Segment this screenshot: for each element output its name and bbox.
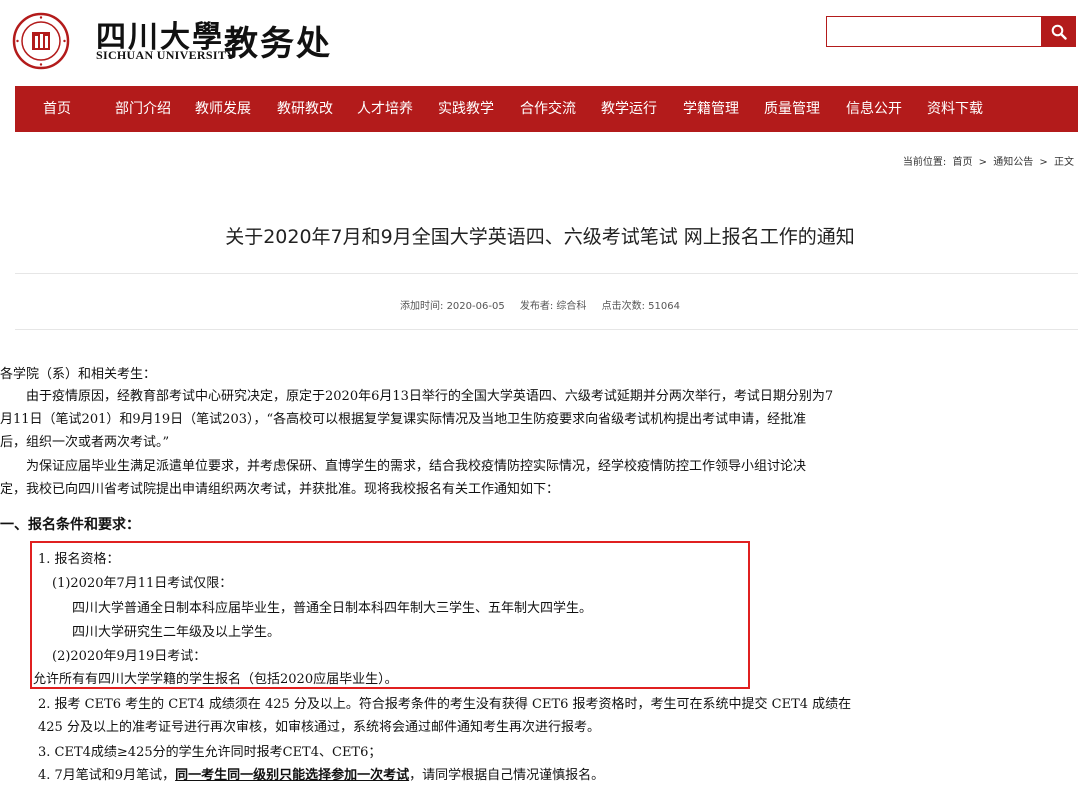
site-header: 四川大學 SICHUAN UNIVERSITY 教务处 bbox=[0, 0, 1080, 82]
body-text: ，请同学根据自己情况谨慎报名。 bbox=[409, 768, 605, 783]
breadcrumb-separator: > bbox=[978, 157, 988, 168]
nav-item-student-status[interactable]: 学籍管理 bbox=[683, 86, 739, 132]
department-name: 教务处 bbox=[224, 24, 332, 64]
breadcrumb-current: 正文 bbox=[1054, 157, 1074, 168]
search-button[interactable] bbox=[1042, 16, 1076, 47]
nav-item-teacher-development[interactable]: 教师发展 bbox=[195, 86, 251, 132]
highlight-box bbox=[30, 541, 750, 689]
body-line: 3. CET4成绩≥425分的学生允许同时报考CET4、CET6； bbox=[38, 745, 382, 760]
nav-item-information-disclosure[interactable]: 信息公开 bbox=[846, 86, 902, 132]
breadcrumb: 当前位置: 首页 > 通知公告 > 正文 bbox=[900, 153, 1074, 168]
meta-author: 发布者: 综合科 bbox=[519, 301, 587, 312]
body-line: 为保证应届毕业生满足派遣单位要求，并考虑保研、直博学生的需求，结合我校疫情防控实… bbox=[0, 459, 807, 474]
nav-item-downloads[interactable]: 资料下载 bbox=[927, 86, 983, 132]
body-line: 月11日（笔试201）和9月19日（笔试203），“各高校可以根据复学复课实际情… bbox=[0, 412, 807, 427]
main-nav: 首页 部门介绍 教师发展 教研教改 人才培养 实践教学 合作交流 教学运行 学籍… bbox=[15, 86, 1078, 132]
search-icon bbox=[1051, 24, 1067, 40]
emphasis-text: 同一考生同一级别只能选择参加一次考试 bbox=[175, 768, 410, 783]
body-line: 4. 7月笔试和9月笔试，同一考生同一级别只能选择参加一次考试，请同学根据自己情… bbox=[38, 764, 604, 783]
logo-english-name: SICHUAN UNIVERSITY bbox=[96, 48, 236, 62]
nav-item-home[interactable]: 首页 bbox=[43, 86, 71, 132]
meta-time: 添加时间: 2020-06-05 bbox=[400, 301, 505, 312]
nav-item-teaching-operation[interactable]: 教学运行 bbox=[601, 86, 657, 132]
nav-item-talent-training[interactable]: 人才培养 bbox=[357, 86, 413, 132]
breadcrumb-home[interactable]: 首页 bbox=[952, 157, 972, 168]
meta-clicks: 点击次数: 51064 bbox=[601, 301, 680, 312]
breadcrumb-notices[interactable]: 通知公告 bbox=[993, 157, 1033, 168]
nav-item-quality-management[interactable]: 质量管理 bbox=[764, 86, 820, 132]
body-line: 后，组织一次或者两次考试。” bbox=[0, 435, 170, 450]
body-text: 4. 7月笔试和9月笔试， bbox=[38, 768, 176, 783]
breadcrumb-separator: > bbox=[1039, 157, 1048, 168]
university-seal-icon[interactable] bbox=[12, 12, 70, 70]
nav-item-practice-teaching[interactable]: 实践教学 bbox=[438, 86, 494, 132]
body-line: 2. 报考 CET6 考生的 CET4 成绩须在 425 分及以上。符合报考条件… bbox=[38, 697, 852, 712]
article-title: 关于2020年7月和9月全国大学英语四、六级考试笔试 网上报名工作的通知 bbox=[225, 226, 855, 248]
nav-item-teaching-reform[interactable]: 教研教改 bbox=[277, 86, 333, 132]
body-line: 由于疫情原因，经教育部考试中心研究决定，原定于2020年6月13日举行的全国大学… bbox=[0, 389, 834, 404]
search-input[interactable] bbox=[827, 17, 1041, 46]
body-line-salutation: 各学院（系）和相关考生： bbox=[0, 367, 157, 382]
body-line: 425 分及以上的准考证号进行再次审核，如审核通过，系统将会通过邮件通知考生再次… bbox=[38, 720, 600, 735]
breadcrumb-label: 当前位置: bbox=[902, 157, 947, 168]
body-line: 定，我校已向四川省考试院提出申请组织两次考试，并获批准。现将我校报名有关工作通知… bbox=[0, 482, 560, 497]
section-heading: 一、报名条件和要求： bbox=[0, 517, 140, 533]
meta-divider bbox=[15, 329, 1078, 330]
search-box bbox=[826, 16, 1042, 47]
nav-item-departments[interactable]: 部门介绍 bbox=[115, 86, 171, 132]
title-divider bbox=[15, 273, 1078, 274]
article-meta: 添加时间: 2020-06-05 发布者: 综合科 点击次数: 51064 bbox=[0, 297, 1080, 312]
nav-item-cooperation[interactable]: 合作交流 bbox=[520, 86, 576, 132]
